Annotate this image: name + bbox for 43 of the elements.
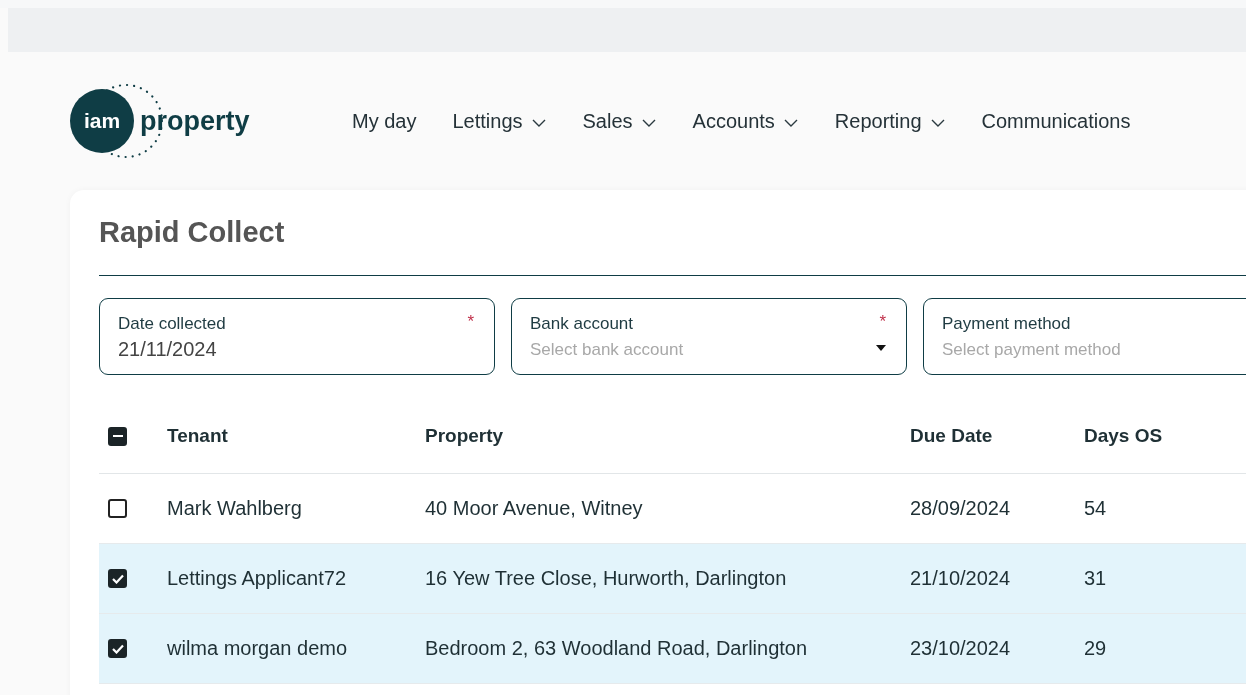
table-row[interactable]: wilma morgan demo Bedroom 2, 63 Woodland Road, Darlington 23/10/2024 29 [99,614,1246,684]
chevron-down-icon[interactable] [640,117,657,128]
chevron-down-icon[interactable] [530,117,547,128]
logo-text: property [140,105,250,137]
form-field[interactable]: Date collected 21/11/2024 * [99,298,495,375]
table-cell-text: 31 [1084,567,1108,590]
table-row[interactable]: Lettings Applicant72 16 Yew Tree Close, Hurworth, Darlington 21/10/2024 31 [99,544,1246,614]
table-cell-text: 40 Moor Avenue, Witney [425,497,644,520]
table-cell-text: Bedroom 2, 63 Woodland Road, Darlington [425,637,809,660]
table-cell-text: 28/09/2024 [910,497,1012,520]
nav-link[interactable]: Lettings [452,109,547,133]
row-checkbox[interactable] [108,639,127,658]
logo-badge: iam [70,89,134,153]
row-checkbox[interactable] [108,499,127,518]
table-cell-text: Mark Wahlberg [167,497,303,520]
column-header[interactable]: Due Date [910,425,1084,447]
row-checkbox[interactable] [108,569,127,588]
chevron-down-icon[interactable] [929,117,946,128]
nav-link[interactable]: Accounts [692,109,799,133]
table-cell-text: wilma morgan demo [167,637,349,660]
select-all-checkbox[interactable] [108,426,127,446]
page-title: Rapid Collect [99,216,286,250]
table-cell-text: 23/10/2024 [910,637,1012,660]
column-header[interactable]: Tenant [167,425,425,447]
nav-link[interactable]: Reporting [834,109,946,133]
nav-link[interactable]: My day [352,109,417,133]
column-header[interactable]: Days OS [1084,425,1246,447]
table-cell-text: 54 [1084,497,1108,520]
checkmark-icon [111,643,124,654]
chevron-down-icon[interactable] [782,117,799,128]
table-cell-text: 21/10/2024 [910,567,1012,590]
table-cell-text: Lettings Applicant72 [167,567,348,590]
nav-link[interactable]: Communications [981,109,1131,133]
nav-link[interactable]: Sales [582,109,657,133]
checkmark-icon [111,573,124,584]
form-field[interactable]: Bank account Select bank account * [511,298,907,375]
table-cell-text: 29 [1084,637,1108,660]
required-mark: * [879,312,886,332]
table-cell-text: 16 Yew Tree Close, Hurworth, Darlington [425,567,788,590]
required-mark: * [467,312,474,332]
form-field[interactable]: Payment method Select payment method [923,298,1246,375]
dropdown-caret-icon[interactable] [876,345,886,351]
column-header[interactable]: Property [425,425,910,447]
